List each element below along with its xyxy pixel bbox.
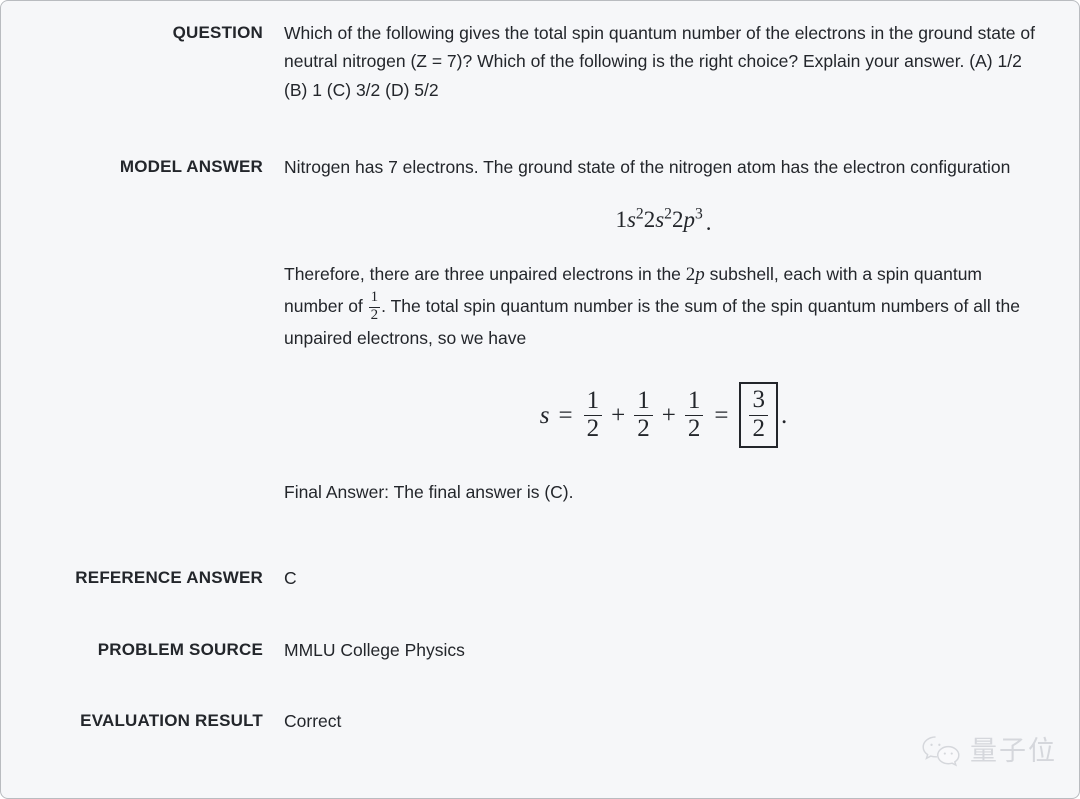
spin-term-3: 12 (684, 386, 704, 443)
inline-fraction-numerator: 1 (370, 289, 379, 306)
spin-term-1-numerator: 1 (586, 386, 600, 414)
question-label: QUESTION (172, 23, 263, 42)
spin-sum-math: s = 1 2 +1 2 +1 2 = 3 2. (540, 382, 787, 448)
electron-configuration-math: 1s22s22p3. (615, 205, 712, 235)
problem-source-row: PROBLEM SOURCE MMLU College Physics (1, 636, 1079, 664)
spin-term-3-denominator: 2 (684, 415, 704, 442)
reference-answer-row: REFERENCE ANSWER C (1, 564, 1079, 592)
plus-sign-1: + (611, 401, 626, 429)
paragraph-2-segment-a: Therefore, there are three unpaired elec… (284, 263, 686, 284)
problem-source-value: MMLU College Physics (284, 639, 465, 660)
evaluation-result-card: QUESTION Which of the following gives th… (0, 0, 1080, 799)
config-term-2-number: 2 (643, 207, 656, 233)
inline-2p-number: 2 (685, 263, 696, 285)
boxed-numerator: 3 (752, 386, 765, 414)
reference-answer-label: REFERENCE ANSWER (75, 568, 263, 588)
config-term-1-orbital: s (626, 207, 636, 233)
spin-term-1-denominator: 2 (583, 415, 603, 442)
electron-configuration-equation: 1s22s22p3. (284, 205, 1043, 235)
config-term-3-exponent: 3 (694, 205, 703, 223)
config-term-1-exponent: 2 (635, 205, 644, 223)
spin-term-1: 12 (583, 386, 603, 443)
problem-source-label: PROBLEM SOURCE (97, 639, 263, 659)
config-term-2-orbital: s (655, 207, 665, 233)
watermark: 量子位 (921, 734, 1057, 768)
spin-term-3-numerator: 1 (687, 386, 701, 414)
spin-term-2-denominator: 2 (634, 415, 653, 442)
model-answer-row: MODEL ANSWER Nitrogen has 7 electrons. T… (1, 149, 1079, 506)
spin-term-2: 12 (634, 386, 653, 443)
evaluation-result-row: EVALUATION RESULT Correct (1, 707, 1079, 735)
inline-fraction-denominator: 2 (368, 307, 381, 324)
config-term-1-number: 1 (615, 207, 627, 233)
config-term-3-number: 2 (671, 207, 684, 233)
record-rows: QUESTION Which of the following gives th… (1, 1, 1079, 735)
paragraph-2-segment-c: . The total spin quantum number is the s… (284, 296, 1020, 348)
question-content: Which of the following gives the total s… (263, 15, 1079, 104)
inline-math-2p: 2p (686, 264, 705, 285)
spin-term-2-numerator: 1 (637, 386, 650, 414)
question-row: QUESTION Which of the following gives th… (1, 15, 1079, 104)
config-trailing-period: . (705, 209, 712, 235)
spin-variable: s (539, 401, 550, 429)
plus-sign-2: + (661, 401, 676, 429)
boxed-final-result: 32 (739, 382, 778, 448)
evaluation-result-value: Correct (284, 710, 342, 731)
evaluation-result-label: EVALUATION RESULT (80, 710, 263, 730)
boxed-denominator: 2 (749, 414, 768, 442)
model-answer-content: Nitrogen has 7 electrons. The ground sta… (263, 149, 1079, 506)
spin-sum-trailing-period: . (780, 401, 788, 429)
final-answer-text: Final Answer: The final answer is (C). (284, 481, 574, 502)
equals-sign-2: = (714, 401, 729, 429)
wechat-icon (921, 734, 961, 768)
config-term-3-orbital: p (683, 207, 695, 233)
model-answer-paragraph-2: Therefore, there are three unpaired elec… (284, 260, 1043, 353)
model-answer-paragraph-1: Nitrogen has 7 electrons. The ground sta… (284, 157, 1011, 178)
spin-sum-equation: s = 1 2 +1 2 +1 2 = 3 2. (284, 382, 1043, 448)
question-text: Which of the following gives the total s… (284, 23, 1035, 100)
equals-sign-1: = (558, 401, 573, 429)
config-term-2-exponent: 2 (664, 205, 672, 223)
watermark-text: 量子位 (970, 735, 1057, 767)
inline-fraction-one-half: 12 (368, 289, 381, 324)
inline-2p-orbital: p (695, 263, 705, 285)
boxed-fraction: 32 (749, 387, 768, 442)
reference-answer-value: C (284, 568, 297, 589)
model-answer-label: MODEL ANSWER (119, 157, 263, 177)
